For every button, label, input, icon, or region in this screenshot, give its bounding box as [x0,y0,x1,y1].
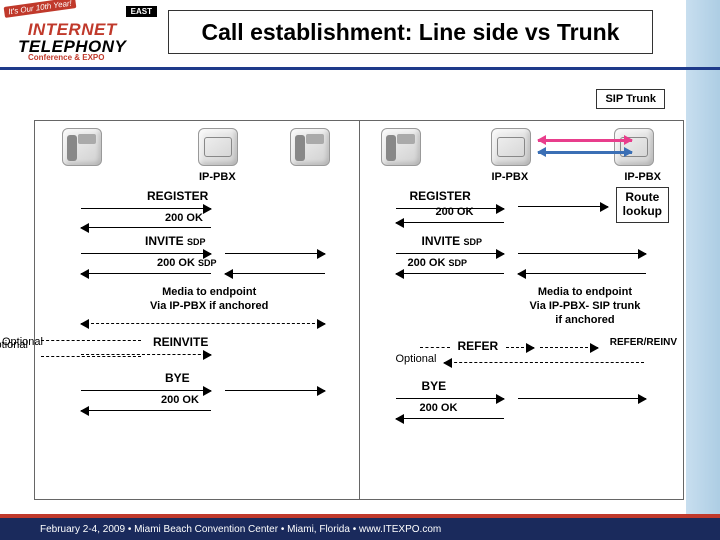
media-line1: Media to endpoint [530,286,641,300]
pbx-label-a: IP-PBX [492,171,529,183]
route-lookup-text: Route lookup [623,191,662,219]
arrow-reinvite [81,349,211,361]
arrow-invite-b [518,248,646,260]
msg-register: REGISTER [147,189,208,203]
media-label: Media to endpoint Via IP-PBX if anchored [150,286,268,314]
pbx-label-b: IP-PBX [624,171,661,183]
arrow-200ok-2a [396,268,504,280]
optional-label: Optional [396,353,437,365]
media-label: Media to endpoint Via IP-PBX- SIP trunk … [530,286,641,327]
footer: February 2-4, 2009 • Miami Beach Convent… [0,518,720,540]
media-line2: Via IP-PBX- SIP trunk [530,300,641,314]
arrow-bye-b [518,393,646,405]
pbx-icon [488,127,534,167]
panel-trunk: SIP Trunk IP-PBX IP-PBX REGISTER 200 OK … [360,121,684,499]
slide-title: Call establishment: Line side vs Trunk [168,10,653,54]
arrow-200ok-2b [518,268,646,280]
arrow-200ok-1 [81,222,211,234]
msg-refer: REFER [458,339,499,353]
logo-sub: Conference & EXPO [28,53,104,62]
arrow-route [518,201,608,213]
pbx-icon [611,127,657,167]
panel-line-side: IP-PBX REGISTER 200 OK INVITE SDP 200 OK… [35,121,360,499]
route-lookup-box: Route lookup [616,187,669,223]
media-line2: Via IP-PBX if anchored [150,300,268,314]
arrow-refer-reinv [540,342,598,354]
phone-icon [378,127,424,167]
arrow-200ok-2b [225,268,325,280]
msg-refer-reinv: REFER/REINV [610,337,677,348]
pbx-label: IP-PBX [199,171,236,183]
arrow-bye-b [225,385,325,397]
arrow-200ok-2a [81,268,211,280]
msg-invite: INVITE SDP [422,234,483,248]
optional-label-outer: Optional [2,336,43,348]
msg-reinvite: REINVITE [153,335,208,349]
arrow-opt-top [41,335,141,347]
media-line3: if anchored [530,314,641,328]
phone-icon [59,127,105,167]
diagram-area: IP-PBX REGISTER 200 OK INVITE SDP 200 OK… [34,120,684,500]
logo-east-badge: EAST [126,6,157,17]
event-logo: It's Our 10th Year! EAST INTERNET TELEPH… [8,4,163,64]
pbx-icon [195,127,241,167]
arrow-invite-b [225,248,325,260]
header: It's Our 10th Year! EAST INTERNET TELEPH… [0,0,720,70]
msg-invite: INVITE SDP [145,234,206,248]
arrow-refer-r [506,342,534,354]
phone-icon [287,127,333,167]
logo-banner: It's Our 10th Year! [4,0,77,18]
trunk-arrow-blue [538,151,632,154]
msg-register: REGISTER [410,189,471,203]
arrow-opt [444,357,644,369]
msg-bye: BYE [165,371,190,385]
logo-brand: INTERNET TELEPHONY [18,20,126,57]
footer-text: February 2-4, 2009 • Miami Beach Convent… [40,524,441,535]
arrow-200ok-3 [81,405,211,417]
sip-trunk-label: SIP Trunk [596,89,665,109]
media-line1: Media to endpoint [150,286,268,300]
right-decor-strip [686,0,720,540]
arrow-media [81,318,325,330]
arrow-200ok-1 [396,217,504,229]
msg-bye: BYE [422,379,447,393]
trunk-arrow-pink [538,139,632,142]
arrow-200ok-3 [396,413,504,425]
